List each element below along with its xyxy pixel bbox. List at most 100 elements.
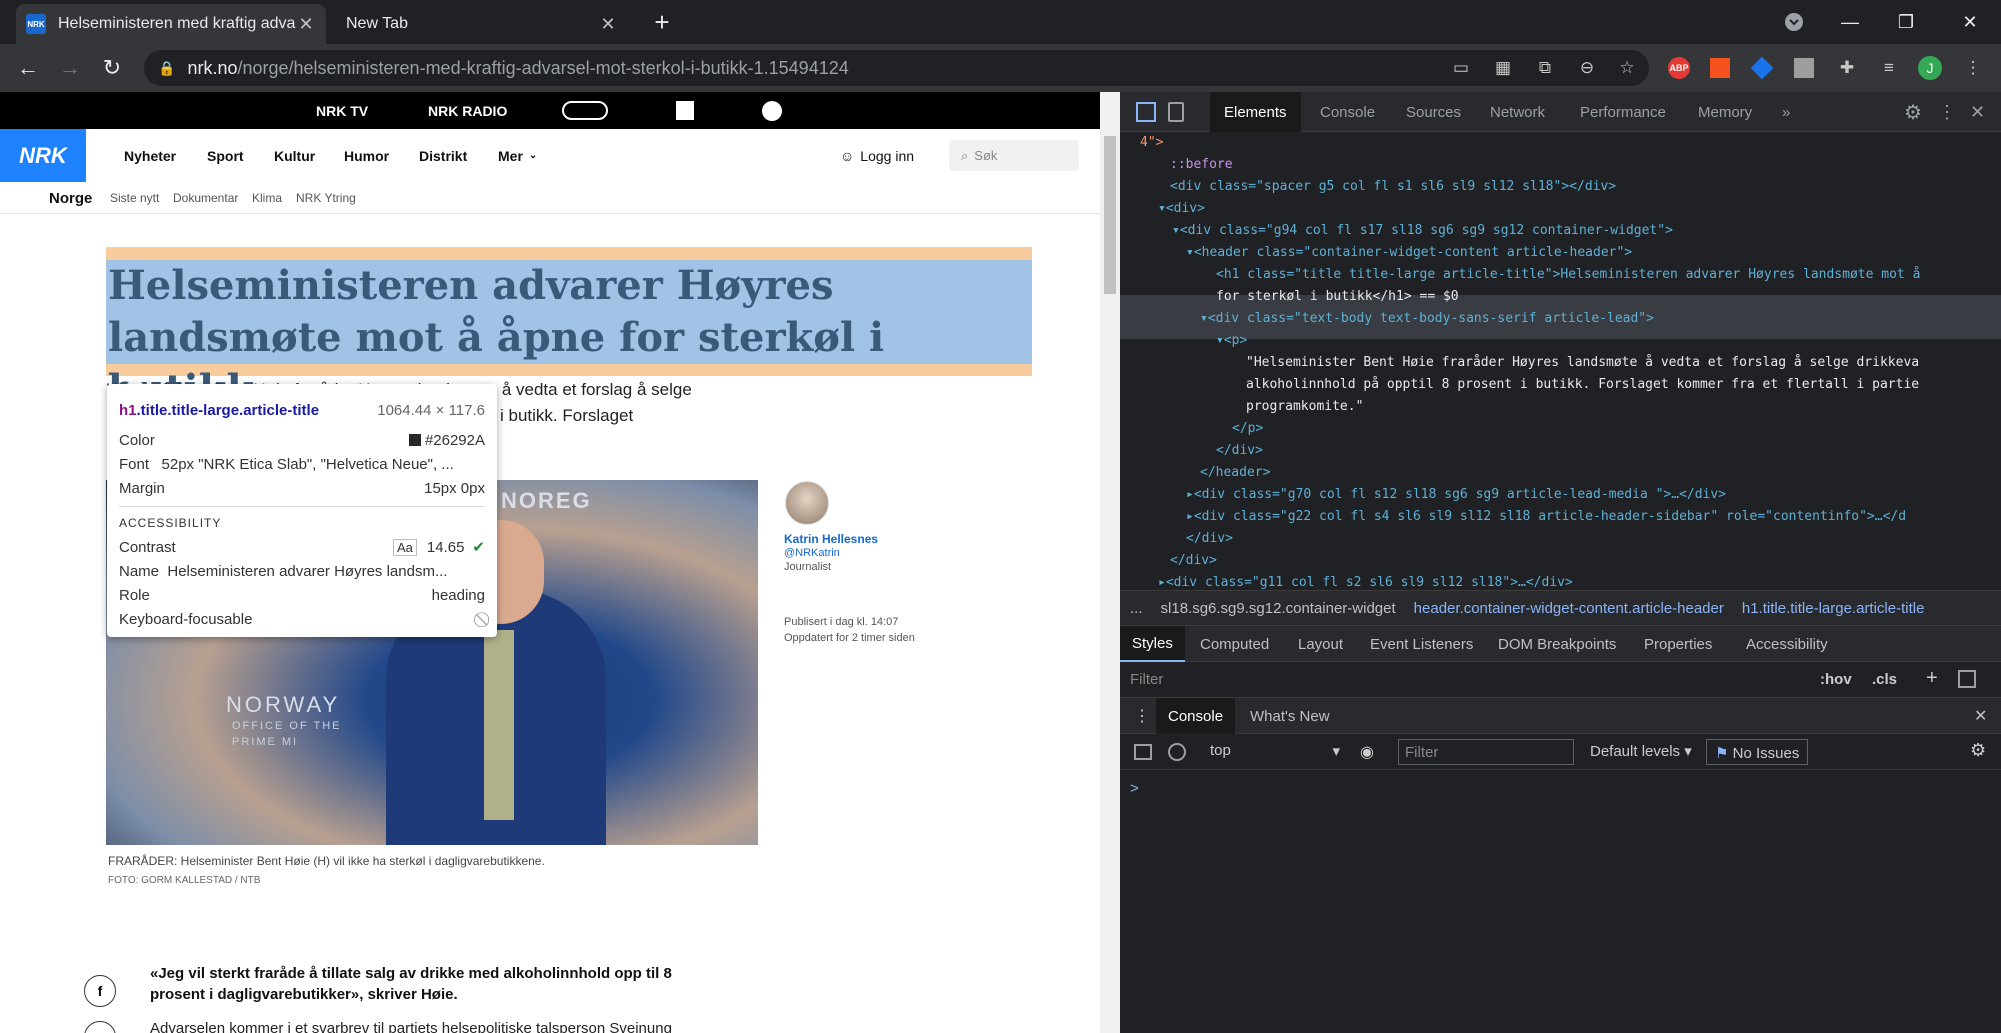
close-tab-icon[interactable]: ✕ <box>598 14 618 35</box>
minimize-icon[interactable]: — <box>1822 0 1878 44</box>
dom-line[interactable]: <div class="spacer g5 col fl s1 sl6 sl9 … <box>1170 176 1616 198</box>
zoom-icon[interactable]: ⊖ <box>1574 56 1600 80</box>
close-tab-icon[interactable]: ✕ <box>296 14 316 35</box>
search-input[interactable]: ⌕ Søk <box>949 140 1079 171</box>
tab-styles[interactable]: Styles <box>1120 626 1185 662</box>
styles-filter-input[interactable]: Filter <box>1130 671 1163 688</box>
hov-toggle[interactable]: :hov <box>1820 671 1852 688</box>
console-output[interactable]: > <box>1120 770 2001 1033</box>
drawer-tab-console[interactable]: Console <box>1156 698 1236 734</box>
subnav-klima[interactable]: Klima <box>252 182 282 214</box>
nav-distrikt[interactable]: Distrikt <box>419 129 467 182</box>
tab-dom-breakpoints[interactable]: DOM Breakpoints <box>1498 626 1616 662</box>
tab-properties[interactable]: Properties <box>1644 626 1712 662</box>
new-tab-plus-icon[interactable]: + <box>648 6 676 38</box>
dom-line[interactable]: ▾<p> <box>1216 330 1247 352</box>
nrk-p3-icon[interactable] <box>676 101 694 120</box>
nav-kultur[interactable]: Kultur <box>274 129 315 182</box>
close-drawer-icon[interactable]: ✕ <box>1974 698 1987 734</box>
login-link[interactable]: ☺ Logg inn <box>840 129 914 182</box>
close-window-icon[interactable]: ✕ <box>1942 0 1998 44</box>
section-title[interactable]: Norge <box>49 182 92 214</box>
dom-line[interactable]: ▾<header class="container-widget-content… <box>1186 242 1632 264</box>
toggle-sidebar-icon[interactable] <box>1958 670 1976 688</box>
address-bar[interactable]: 🔒 nrk.no/norge/helseministeren-med-kraft… <box>144 50 1649 86</box>
extension-blue-icon[interactable] <box>1750 56 1774 80</box>
tab-computed[interactable]: Computed <box>1200 626 1269 662</box>
context-select[interactable]: top ▾ <box>1210 742 1340 762</box>
dom-line-selected[interactable]: <h1 class="title title-large article-tit… <box>1216 264 1920 286</box>
breadcrumb-item[interactable]: ... <box>1130 600 1143 617</box>
back-arrow-icon[interactable]: ← <box>8 44 48 92</box>
dom-text[interactable]: programkomite." <box>1246 396 1363 418</box>
facebook-share-icon[interactable]: f <box>84 975 116 1007</box>
nrk-logo[interactable]: NRK <box>0 129 86 182</box>
dom-line[interactable]: ▸<div class="g11 col fl s2 sl6 sl9 sl12 … <box>1158 572 1573 590</box>
drawer-menu-icon[interactable]: ⋮ <box>1134 706 1150 726</box>
breadcrumb-item-current[interactable]: h1.title.title-large.article-title <box>1742 600 1925 617</box>
tab-performance[interactable]: Performance <box>1580 92 1666 132</box>
nrk-super-icon[interactable] <box>562 101 608 120</box>
tab-layout[interactable]: Layout <box>1298 626 1343 662</box>
dom-line[interactable]: ▸<div class="g70 col fl s12 sl18 sg6 sg9… <box>1186 484 1726 506</box>
author-avatar[interactable] <box>785 481 829 525</box>
dom-line[interactable]: </header> <box>1200 462 1270 484</box>
live-expression-eye-icon[interactable]: ◉ <box>1360 742 1374 762</box>
extensions-puzzle-icon[interactable]: ✚ <box>1834 56 1860 80</box>
tab-accessibility[interactable]: Accessibility <box>1746 626 1828 662</box>
share-icon[interactable] <box>84 1021 116 1033</box>
dom-line-selected[interactable]: for sterkøl i butikk</h1> == $0 <box>1216 286 1459 308</box>
chrome-menu-icon[interactable]: ⋮ <box>1960 56 1986 80</box>
dom-line[interactable]: ▸<div class="g22 col fl s4 sl6 sl9 sl12 … <box>1186 506 1906 528</box>
dom-line[interactable]: ▾<div> <box>1158 198 1205 220</box>
cast-icon[interactable]: ▭ <box>1448 56 1474 80</box>
dom-line[interactable]: ▾<div class="text-body text-body-sans-se… <box>1200 308 1654 330</box>
browser-tab-active[interactable]: NRK Helseministeren med kraftig adva ✕ <box>16 4 326 44</box>
more-tabs-icon[interactable]: » <box>1782 92 1790 132</box>
nav-humor[interactable]: Humor <box>344 129 389 182</box>
dom-text[interactable]: alkoholinnhold på opptil 8 prosent i but… <box>1246 374 1919 396</box>
reading-list-icon[interactable]: ≡ <box>1876 56 1902 80</box>
console-prompt[interactable]: > <box>1130 780 1139 797</box>
author-name[interactable]: Katrin Hellesnes <box>784 532 878 546</box>
subnav-ytring[interactable]: NRK Ytring <box>296 182 356 214</box>
subnav-dokumentar[interactable]: Dokumentar <box>173 182 238 214</box>
nrk-tv-link[interactable]: NRK TV <box>316 92 368 129</box>
tab-console[interactable]: Console <box>1320 92 1375 132</box>
console-sidebar-icon[interactable] <box>1134 744 1152 760</box>
issues-button[interactable]: ⚑ No Issues <box>1706 739 1809 765</box>
tab-event-listeners[interactable]: Event Listeners <box>1370 626 1473 662</box>
extension-grey-icon[interactable] <box>1794 58 1814 78</box>
tab-memory[interactable]: Memory <box>1698 92 1752 132</box>
apps-icon[interactable]: ▦ <box>1490 56 1516 80</box>
author-handle[interactable]: @NRKatrin <box>784 547 840 559</box>
breadcrumb-item[interactable]: header.container-widget-content.article-… <box>1414 600 1724 617</box>
tab-sources[interactable]: Sources <box>1406 92 1461 132</box>
nav-nyheter[interactable]: Nyheter <box>124 129 176 182</box>
yr-icon[interactable] <box>762 101 782 121</box>
close-devtools-icon[interactable]: ✕ <box>1970 92 1985 132</box>
cls-toggle[interactable]: .cls <box>1872 671 1897 688</box>
breadcrumb-item[interactable]: sl18.sg6.sg9.sg12.container-widget <box>1161 600 1396 617</box>
dom-line[interactable]: ▾<div class="g94 col fl s17 sl18 sg6 sg9… <box>1172 220 1673 242</box>
devtools-menu-icon[interactable]: ⋮ <box>1938 92 1956 132</box>
extension-orange-icon[interactable] <box>1710 58 1730 78</box>
dom-line[interactable]: 4"> <box>1140 132 1163 154</box>
dom-line[interactable]: </div> <box>1170 550 1217 572</box>
new-style-rule-icon[interactable]: + <box>1926 667 1938 690</box>
clear-console-icon[interactable] <box>1168 743 1186 761</box>
restore-icon[interactable]: ❐ <box>1878 0 1934 44</box>
adblock-icon[interactable]: ABP <box>1668 57 1690 79</box>
console-filter-input[interactable]: Filter <box>1398 739 1574 765</box>
translate-icon[interactable]: ⧉ <box>1532 56 1558 80</box>
tab-search-icon[interactable] <box>1766 0 1822 44</box>
scrollbar-thumb[interactable] <box>1104 136 1116 294</box>
device-toolbar-icon[interactable] <box>1168 102 1184 122</box>
tab-elements[interactable]: Elements <box>1210 92 1301 132</box>
subnav-siste-nytt[interactable]: Siste nytt <box>110 182 159 214</box>
profile-avatar[interactable]: J <box>1918 56 1942 80</box>
nav-mer[interactable]: Mer ⌄ <box>498 129 537 182</box>
dom-text[interactable]: "Helseminister Bent Høie fraråder Høyres… <box>1246 352 1919 374</box>
browser-tab-newtab[interactable]: New Tab ✕ <box>326 4 628 44</box>
drawer-tab-whats-new[interactable]: What's New <box>1250 698 1330 734</box>
